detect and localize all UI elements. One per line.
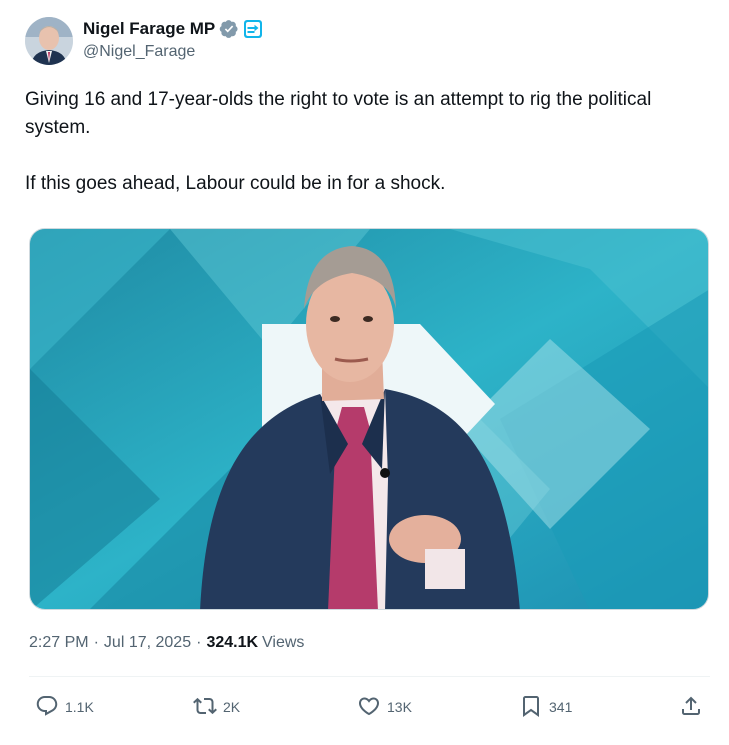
name-row: Nigel Farage MP [83,18,263,40]
media-video[interactable] [29,228,709,610]
video-frame [30,229,708,609]
bookmark-count: 341 [549,699,573,715]
display-name[interactable]: Nigel Farage MP [83,18,215,40]
tweet-meta: 2:27 PM · Jul 17, 2025 · 324.1K Views [29,634,304,652]
verified-icon[interactable] [219,19,239,39]
meta-separator: · [93,634,99,651]
affiliation-icon[interactable] [243,19,263,39]
action-bar: 1.1K 2K 13K 341 [29,690,710,724]
meta-separator: · [196,634,202,651]
repost-count: 2K [223,699,241,715]
author-block: Nigel Farage MP @Nigel_Farage [83,18,263,63]
like-button[interactable]: 13K [357,690,412,724]
divider [29,676,710,677]
reply-icon [35,694,59,721]
tweet-paragraph: If this goes ahead, Labour could be in f… [25,173,446,194]
repost-icon [193,694,217,721]
tweet: Nigel Farage MP @Nigel_Farage Giving 16 … [0,0,729,745]
share-button[interactable] [679,690,703,724]
repost-button[interactable]: 2K [193,690,240,724]
reply-count: 1.1K [65,699,94,715]
views-label: Views [262,634,305,651]
avatar[interactable] [25,17,73,65]
handle[interactable]: @Nigel_Farage [83,41,263,63]
reply-button[interactable]: 1.1K [35,690,94,724]
views-count: 324.1K [206,634,259,651]
like-count: 13K [387,699,412,715]
bookmark-icon [519,694,543,721]
like-icon [357,694,381,721]
tweet-time[interactable]: 2:27 PM [29,634,89,652]
share-icon [679,694,703,721]
bookmark-button[interactable]: 341 [519,690,572,724]
tweet-date[interactable]: Jul 17, 2025 [104,634,191,652]
tweet-paragraph: Giving 16 and 17-year-olds the right to … [25,89,652,138]
tweet-text: Giving 16 and 17-year-olds the right to … [25,86,705,198]
